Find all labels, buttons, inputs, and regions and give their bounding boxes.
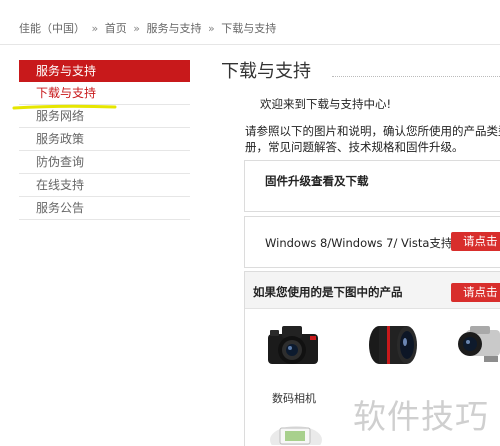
breadcrumb-link-canon-china[interactable]: 佳能（中国） bbox=[19, 22, 85, 35]
page-title: 下载与支持 bbox=[221, 61, 311, 82]
title-divider bbox=[332, 76, 500, 77]
products-box-button[interactable]: 请点击 bbox=[451, 283, 500, 302]
intro-text: 请参照以下的图片和说明，确认您所使用的产品类型， 册，常见问题解答、技术规格和固… bbox=[245, 123, 500, 155]
welcome-text: 欢迎来到下载与支持中心! bbox=[260, 97, 392, 111]
sidebar-item-service-policy[interactable]: 服务政策 bbox=[19, 128, 190, 151]
firmware-box: 固件升级查看及下载 bbox=[244, 160, 500, 212]
breadcrumb-current: 下载与支持 bbox=[221, 22, 277, 35]
breadcrumb-divider bbox=[0, 44, 500, 45]
windows-support-box: Windows 8/Windows 7/ Vista支持 请点击 bbox=[244, 216, 500, 268]
firmware-box-title: 固件升级查看及下载 bbox=[265, 174, 369, 188]
intro-line-2: 册，常见问题解答、技术规格和固件升级。 bbox=[245, 140, 464, 154]
products-box-title: 如果您使用的是下图中的产品 bbox=[253, 285, 403, 299]
lens-icon[interactable] bbox=[365, 322, 421, 368]
highlight-underline bbox=[12, 104, 117, 110]
printer-icon[interactable] bbox=[268, 422, 324, 445]
dslr-camera-icon[interactable] bbox=[262, 318, 324, 370]
breadcrumb-separator: » bbox=[207, 22, 215, 35]
breadcrumb-link-service[interactable]: 服务与支持 bbox=[146, 22, 201, 35]
sidebar-item-announcements[interactable]: 服务公告 bbox=[19, 197, 190, 220]
breadcrumb-separator: » bbox=[133, 22, 140, 35]
sidebar: 服务与支持 下载与支持 服务网络 服务政策 防伪查询 在线支持 服务公告 bbox=[19, 60, 190, 220]
breadcrumb-link-home[interactable]: 首页 bbox=[105, 22, 127, 35]
sidebar-header[interactable]: 服务与支持 bbox=[19, 60, 190, 82]
breadcrumb: 佳能（中国） » 首页 » 服务与支持 » 下载与支持 bbox=[19, 20, 276, 36]
camcorder-icon[interactable] bbox=[456, 320, 500, 368]
intro-line-1: 请参照以下的图片和说明，确认您所使用的产品类型， bbox=[245, 124, 500, 138]
product-label-digital-camera[interactable]: 数码相机 bbox=[272, 390, 316, 406]
windows-support-title: Windows 8/Windows 7/ Vista支持 bbox=[265, 236, 453, 250]
watermark-text: 软件技巧 bbox=[353, 397, 489, 436]
sidebar-item-online-support[interactable]: 在线支持 bbox=[19, 174, 190, 197]
breadcrumb-separator: » bbox=[91, 22, 99, 35]
sidebar-item-download[interactable]: 下载与支持 bbox=[19, 82, 190, 105]
windows-support-button[interactable]: 请点击 bbox=[451, 232, 500, 251]
sidebar-item-anti-counterfeit[interactable]: 防伪查询 bbox=[19, 151, 190, 174]
